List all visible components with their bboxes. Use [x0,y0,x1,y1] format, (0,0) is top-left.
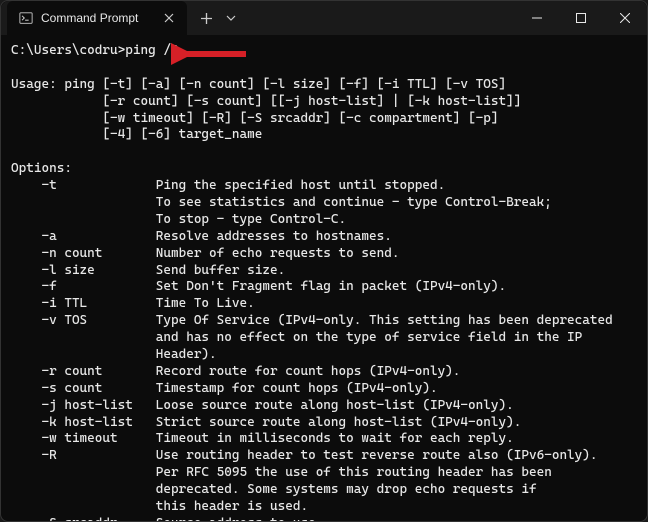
minimize-button[interactable] [515,1,559,35]
maximize-button[interactable] [559,1,603,35]
terminal-output[interactable]: C:\Users\codru>ping /? Usage: ping [-t] … [1,35,647,521]
close-window-button[interactable] [603,1,647,35]
tab-dropdown-button[interactable] [221,3,241,33]
terminal-icon [19,11,33,25]
tab-command-prompt[interactable]: Command Prompt [7,1,187,35]
tab-close-button[interactable] [161,10,177,26]
titlebar: Command Prompt [1,1,647,35]
new-tab-button[interactable] [191,3,221,33]
tab-title: Command Prompt [41,11,153,25]
terminal-window: Command Prompt C:\Users\codru>ping /? Us… [0,0,648,522]
